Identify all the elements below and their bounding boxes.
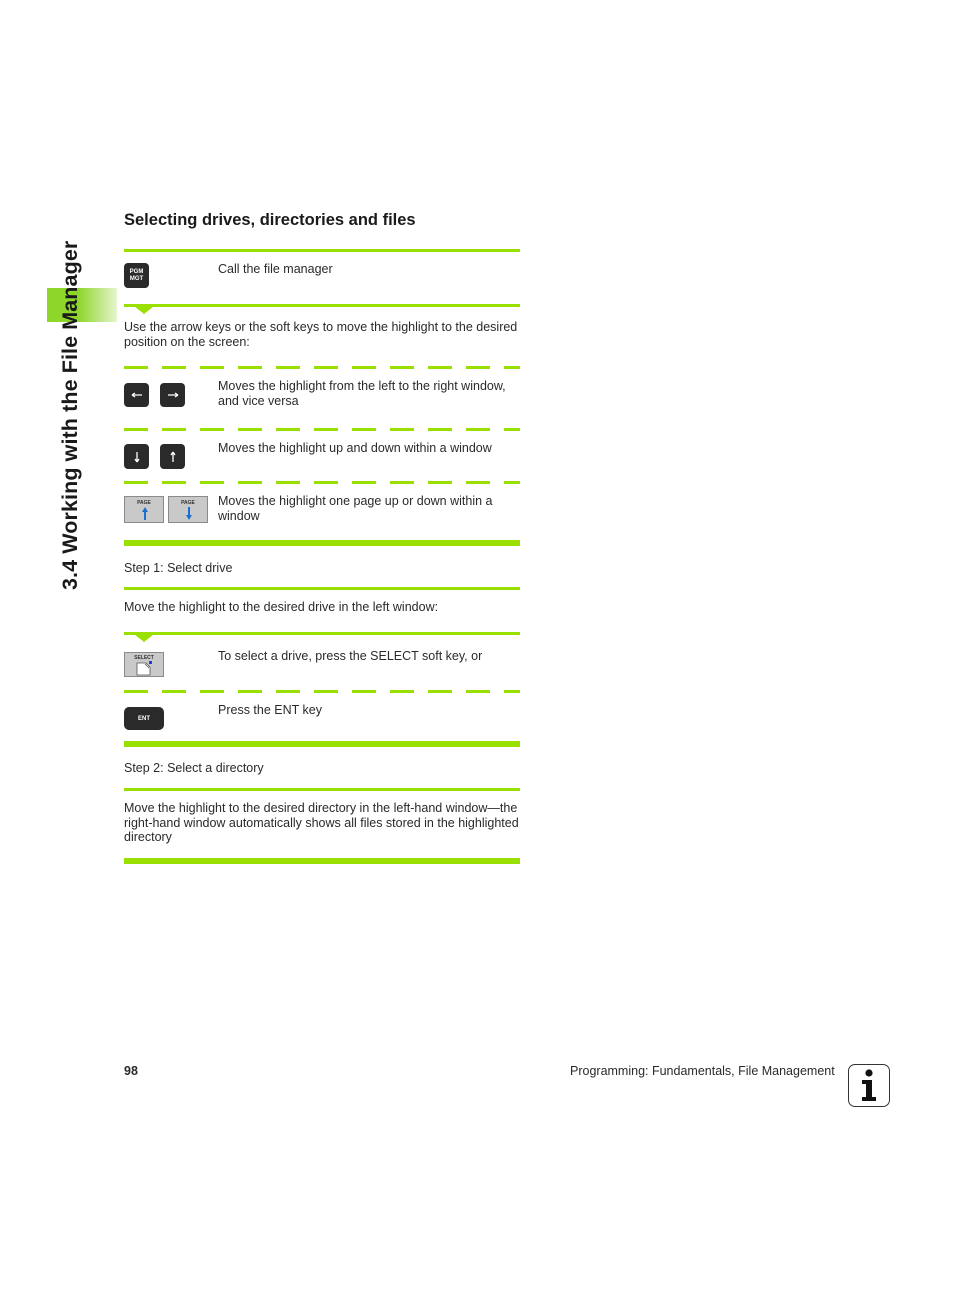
divider-notch bbox=[134, 634, 154, 642]
page-number: 98 bbox=[124, 1064, 138, 1078]
divider-thick bbox=[124, 858, 520, 864]
page-text: Moves the highlight one page up or down … bbox=[218, 494, 493, 523]
step1-label: Step 1: Select drive bbox=[124, 561, 233, 575]
divider-thick bbox=[124, 540, 520, 546]
divider bbox=[124, 304, 520, 307]
arrow-up-icon bbox=[142, 507, 148, 520]
dashed-divider bbox=[124, 481, 520, 484]
divider bbox=[124, 632, 520, 635]
arrow-up-icon bbox=[169, 451, 176, 462]
key-label: ENT bbox=[138, 715, 150, 722]
arrow-left-key[interactable] bbox=[124, 383, 149, 407]
arrow-right-key[interactable] bbox=[160, 383, 185, 407]
arrow-up-key[interactable] bbox=[160, 444, 185, 469]
up-down-text: Moves the highlight up and down within a… bbox=[218, 441, 492, 455]
page-heading: Selecting drives, directories and files bbox=[124, 211, 416, 229]
arrow-down-icon bbox=[186, 507, 192, 520]
left-right-text: Moves the highlight from the left to the… bbox=[218, 379, 506, 408]
call-file-manager-text: Call the file manager bbox=[218, 262, 333, 276]
divider bbox=[124, 587, 520, 590]
footer-title: Programming: Fundamentals, File Manageme… bbox=[570, 1064, 835, 1078]
divider-notch bbox=[134, 306, 154, 314]
dashed-divider bbox=[124, 428, 520, 431]
divider bbox=[124, 249, 520, 252]
select-softkey[interactable]: SELECT bbox=[124, 652, 164, 677]
divider-thick bbox=[124, 741, 520, 747]
arrow-right-icon bbox=[167, 392, 178, 398]
step2-label: Step 2: Select a directory bbox=[124, 761, 264, 775]
info-glyph bbox=[862, 1069, 876, 1101]
select-text: To select a drive, press the SELECT soft… bbox=[218, 649, 483, 663]
arrow-down-icon bbox=[133, 451, 140, 462]
dashed-divider bbox=[124, 690, 520, 693]
step1-description: Move the highlight to the desired drive … bbox=[124, 600, 439, 614]
key-label: MGT bbox=[129, 275, 144, 282]
divider bbox=[124, 788, 520, 791]
page-down-softkey[interactable]: PAGE bbox=[168, 496, 208, 523]
arrow-left-icon bbox=[131, 392, 142, 398]
arrow-down-key[interactable] bbox=[124, 444, 149, 469]
ent-text: Press the ENT key bbox=[218, 703, 322, 717]
pgm-mgt-key[interactable]: PGM MGT bbox=[124, 263, 149, 288]
info-icon bbox=[848, 1064, 890, 1107]
step2-description: Move the highlight to the desired direct… bbox=[124, 801, 519, 844]
ent-key[interactable]: ENT bbox=[124, 707, 164, 730]
key-label: PGM bbox=[129, 268, 144, 275]
intro-text: Use the arrow keys or the soft keys to m… bbox=[124, 320, 518, 349]
dashed-divider bbox=[124, 366, 520, 369]
page-up-softkey[interactable]: PAGE bbox=[124, 496, 164, 523]
file-select-icon bbox=[136, 661, 152, 676]
section-title-vertical: 3.4 Working with the File Manager bbox=[58, 240, 82, 590]
